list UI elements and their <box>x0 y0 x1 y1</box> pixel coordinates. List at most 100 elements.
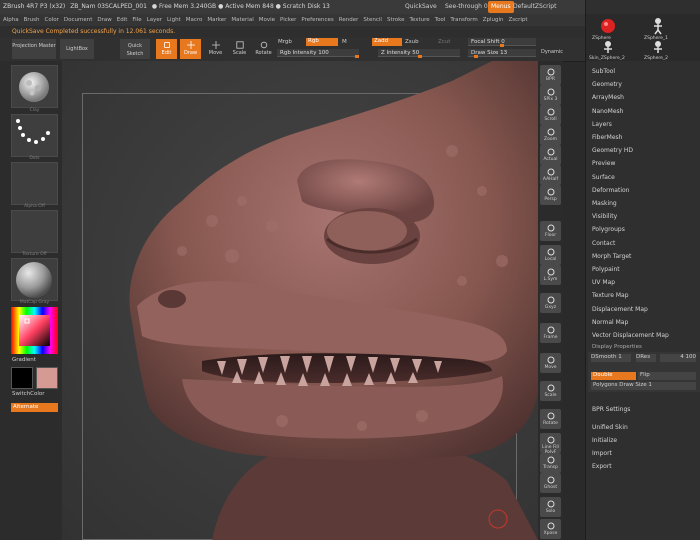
tool-menu-unified-skin[interactable]: Unified Skin <box>592 424 628 431</box>
view-button-gxyz[interactable]: Gxyz <box>540 293 561 313</box>
menu-tool[interactable]: Tool <box>435 14 446 26</box>
tool-menu-morph-target[interactable]: Morph Target <box>592 253 631 260</box>
view-button-local[interactable]: Local <box>540 245 561 265</box>
menu-macro[interactable]: Macro <box>186 14 203 26</box>
stroke-thumbnail[interactable] <box>11 114 58 157</box>
gradient-toggle[interactable]: Gradient <box>12 357 36 363</box>
tool-menu-uv-map[interactable]: UV Map <box>592 279 615 286</box>
menu-alpha[interactable]: Alpha <box>3 14 19 26</box>
z-intensity-slider[interactable]: Z Intensity 50 <box>378 49 460 58</box>
rgb-toggle[interactable]: Rgb <box>306 38 338 46</box>
view-button-zoom[interactable]: Zoom <box>540 125 561 145</box>
menu-material[interactable]: Material <box>231 14 253 26</box>
view-button-actual[interactable]: Actual <box>540 145 561 165</box>
menu-preferences[interactable]: Preferences <box>301 14 333 26</box>
zsphere-2-thumb[interactable] <box>648 38 668 56</box>
secondary-color-swatch[interactable] <box>36 367 58 389</box>
zadd-toggle[interactable]: Zadd <box>372 38 402 46</box>
zsub-toggle[interactable]: Zsub <box>405 39 419 45</box>
view-button-scale[interactable]: Scale <box>540 381 561 401</box>
tool-menu-visibility[interactable]: Visibility <box>592 213 617 220</box>
draw-button[interactable]: Draw <box>180 39 201 59</box>
tool-menu-geometry[interactable]: Geometry <box>592 81 622 88</box>
zsphere-thumb[interactable] <box>598 17 618 35</box>
tool-menu-fibermesh[interactable]: FiberMesh <box>592 134 622 141</box>
menu-edit[interactable]: Edit <box>117 14 128 26</box>
bpr-value-slider[interactable]: 4 100 <box>660 354 696 362</box>
tool-menu-normal-map[interactable]: Normal Map <box>592 319 628 326</box>
z-intensity-knob[interactable] <box>418 55 422 58</box>
texture-thumbnail[interactable] <box>11 210 58 253</box>
draw-size-knob[interactable] <box>474 55 478 58</box>
menu-zplugin[interactable]: Zplugin <box>483 14 504 26</box>
tool-menu-contact[interactable]: Contact <box>592 240 615 247</box>
alternate-toggle[interactable]: Alternate <box>11 403 58 412</box>
menu-picker[interactable]: Picker <box>280 14 296 26</box>
menu-stencil[interactable]: Stencil <box>363 14 382 26</box>
double-toggle[interactable]: Double <box>591 372 636 380</box>
dynamic-toggle[interactable]: Dynamic <box>541 49 563 55</box>
tool-menu-vector-displacement-map[interactable]: Vector Displacement Map <box>592 332 669 339</box>
m-toggle[interactable]: M <box>342 39 347 45</box>
switch-color-button[interactable]: SwitchColor <box>12 391 45 397</box>
view-button-ghost[interactable]: Ghost <box>540 473 561 493</box>
rotate-button[interactable]: Rotate <box>253 39 274 59</box>
brush-thumbnail[interactable] <box>11 65 58 108</box>
edit-button[interactable]: Edit <box>156 39 177 59</box>
canvas-viewport[interactable] <box>62 61 538 540</box>
tool-menu-masking[interactable]: Masking <box>592 200 617 207</box>
view-button-line-fill-polyf[interactable]: Line Fill PolyF <box>540 433 561 455</box>
view-button-scroll[interactable]: Scroll <box>540 105 561 125</box>
view-button-solo[interactable]: Solo <box>540 497 561 517</box>
view-button-spix-3[interactable]: SPix 3 <box>540 85 561 105</box>
quick-sketch-button[interactable]: Quick Sketch <box>120 39 150 59</box>
material-thumbnail[interactable] <box>11 258 58 301</box>
menu-draw[interactable]: Draw <box>97 14 111 26</box>
menu-file[interactable]: File <box>132 14 141 26</box>
menu-marker[interactable]: Marker <box>207 14 226 26</box>
polygons-draw-size-slider[interactable]: Polygons Draw Size 1 <box>591 382 696 390</box>
menu-brush[interactable]: Brush <box>24 14 40 26</box>
mrgb-toggle[interactable]: Mrgb <box>278 39 292 45</box>
quicksave-button[interactable]: QuickSave <box>402 1 440 13</box>
tool-menu-polygroups[interactable]: Polygroups <box>592 226 625 233</box>
tool-menu-layers[interactable]: Layers <box>592 121 612 128</box>
view-button-persp[interactable]: Persp <box>540 185 561 205</box>
tool-menu-import[interactable]: Import <box>592 450 612 457</box>
rgb-intensity-slider[interactable]: Rgb Intensity 100 <box>277 49 359 58</box>
tool-menu-texture-map[interactable]: Texture Map <box>592 292 629 299</box>
scale-button[interactable]: Scale <box>229 39 250 59</box>
menu-color[interactable]: Color <box>45 14 59 26</box>
tool-menu-display-properties[interactable]: Display Properties <box>592 344 642 350</box>
flip-toggle[interactable]: Flip <box>638 372 696 380</box>
tool-menu-export[interactable]: Export <box>592 463 612 470</box>
tool-menu-subtool[interactable]: SubTool <box>592 68 615 75</box>
view-button-l-sym[interactable]: L.Sym <box>540 265 561 285</box>
menu-light[interactable]: Light <box>167 14 181 26</box>
move-button[interactable]: Move <box>205 39 226 59</box>
tool-menu-arraymesh[interactable]: ArrayMesh <box>592 94 624 101</box>
skin-zsphere-thumb[interactable] <box>598 38 618 56</box>
view-button-transp[interactable]: Transp <box>540 453 561 473</box>
tool-menu-deformation[interactable]: Deformation <box>592 187 629 194</box>
menu-document[interactable]: Document <box>64 14 93 26</box>
tool-menu-nanomesh[interactable]: NanoMesh <box>592 108 623 115</box>
projection-master-button[interactable]: Projection Master <box>12 39 56 59</box>
view-button-bpr[interactable]: BPR <box>540 65 561 85</box>
focal-shift-knob[interactable] <box>500 44 504 47</box>
bpr-settings-button[interactable]: BPR Settings <box>592 406 630 413</box>
focal-shift-slider[interactable]: Focal Shift 0 <box>468 38 536 47</box>
tool-menu-polypaint[interactable]: Polypaint <box>592 266 620 273</box>
tool-menu-preview[interactable]: Preview <box>592 160 615 167</box>
dres-slider[interactable]: DRes <box>636 354 656 362</box>
zsphere-1-thumb[interactable] <box>648 17 668 35</box>
menu-stroke[interactable]: Stroke <box>387 14 405 26</box>
rgb-intensity-knob[interactable] <box>355 55 359 58</box>
view-button-xpose[interactable]: Xpose <box>540 519 561 539</box>
see-through-slider[interactable]: See-through 0 <box>442 1 491 13</box>
default-zscript-button[interactable]: DefaultZScript <box>510 1 559 13</box>
view-button-frame[interactable]: Frame <box>540 323 561 343</box>
lightbox-button[interactable]: LightBox <box>60 39 94 59</box>
zcut-toggle[interactable]: Zcut <box>438 39 450 45</box>
view-button-move[interactable]: Move <box>540 353 561 373</box>
